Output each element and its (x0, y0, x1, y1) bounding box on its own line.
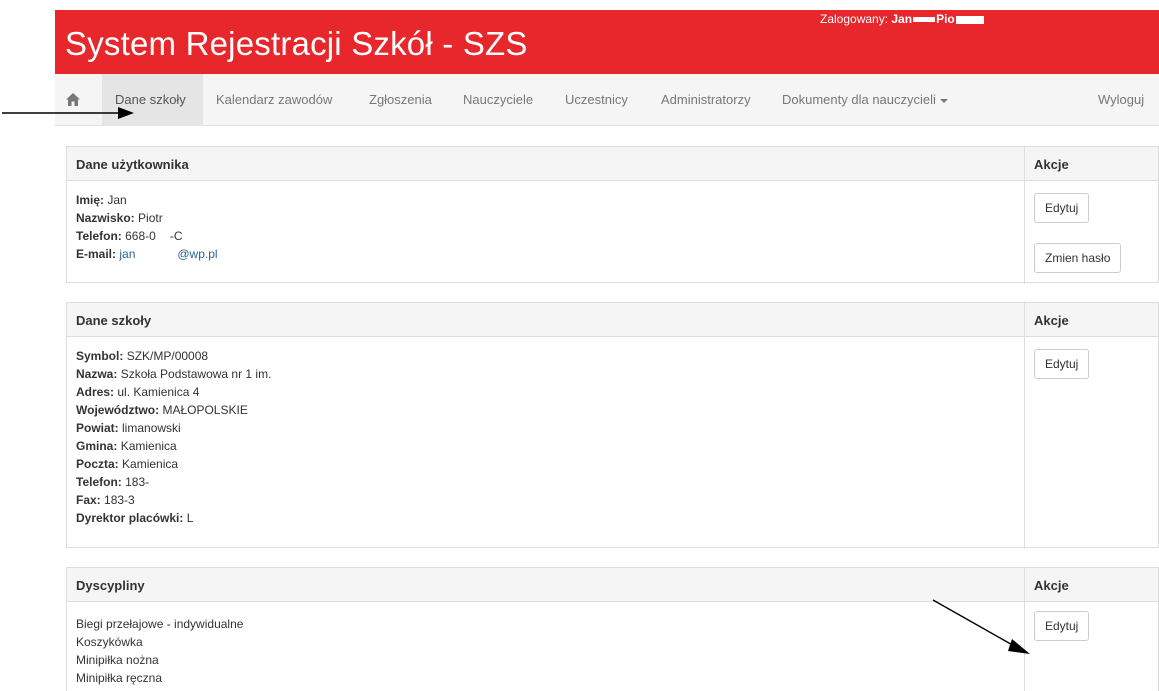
phone-tail: -C (169, 229, 183, 243)
edit-disciplines-button[interactable]: Edytuj (1034, 611, 1090, 641)
field-label: Dyrektor placówki: (76, 511, 184, 525)
column-divider (1024, 303, 1025, 549)
field-label: Województwo: (76, 403, 160, 417)
school-name-value: Szkoła Podstawowa nr 1 im. (120, 367, 272, 381)
school-phone-value: 183- (125, 475, 150, 489)
change-password-button[interactable]: Zmien hasło (1034, 243, 1122, 273)
field-label: Telefon: (76, 229, 122, 243)
nav-administratorzy[interactable]: Administratorzy (661, 74, 751, 126)
nav-label: Administratorzy (661, 92, 751, 107)
post-office-value: Kamienica (122, 457, 179, 471)
school-data-panel: Dane szkoły Akcje Symbol: SZK/MP/00008 N… (66, 302, 1159, 549)
panel-title: Dane użytkownika (76, 157, 189, 172)
field-label: Nazwa: (76, 367, 118, 381)
voivodeship-value: MAŁOPOLSKIE (162, 403, 248, 417)
list-item: Minipiłka ręczna (76, 671, 163, 685)
nav-nauczyciele[interactable]: Nauczyciele (463, 74, 533, 126)
nav-dokumenty-dropdown[interactable]: Dokumenty dla nauczycieli (782, 74, 948, 126)
nav-label: Zgłoszenia (369, 92, 432, 107)
list-item: Koszykówka (76, 635, 143, 649)
column-divider (1024, 147, 1025, 284)
list-item: Biegi przełajowe - indywidualne (76, 617, 244, 631)
field-label: Telefon: (76, 475, 122, 489)
field-label: Gmina: (76, 439, 118, 453)
field-label: E-mail: (76, 247, 117, 261)
nav-label: Wyloguj (1098, 92, 1145, 107)
commune-value: Kamienica (120, 439, 177, 453)
field-label: Powiat: (76, 421, 119, 435)
panel-header: Dane szkoły Akcje (67, 303, 1158, 337)
email-user[interactable]: jan (119, 247, 135, 261)
annotation-arrow (2, 107, 134, 119)
phone-value: 668-0 (125, 229, 156, 243)
actions-header: Akcje (1034, 578, 1069, 593)
director-value: L (186, 511, 194, 525)
field-label: Imię: (76, 193, 105, 207)
actions-header: Akcje (1034, 313, 1069, 328)
caret-down-icon (939, 98, 948, 103)
app-title: System Rejestracji Szkół - SZS (65, 25, 528, 62)
panel-header: Dane użytkownika Akcje (67, 147, 1158, 181)
login-name-first: Jan (891, 12, 913, 26)
top-strip (0, 0, 1159, 10)
field-label: Symbol: (76, 349, 124, 363)
county-value: limanowski (122, 421, 181, 435)
field-label: Fax: (76, 493, 101, 507)
app-header: System Rejestracji Szkół - SZS Zalogowan… (55, 10, 1159, 74)
user-details: Imię: Jan Nazwisko: Piotr Telefon: 668-0… (76, 191, 218, 263)
redaction-mark (955, 15, 984, 24)
nav-label: Uczestnicy (565, 92, 628, 107)
panel-title: Dane szkoły (76, 313, 152, 328)
login-name-second: Pio (936, 12, 955, 26)
school-details: Symbol: SZK/MP/00008 Nazwa: Szkoła Podst… (76, 347, 271, 527)
discipline-list: Biegi przełajowe - indywidualne Koszyków… (76, 615, 243, 687)
edit-user-button[interactable]: Edytuj (1034, 193, 1090, 223)
nav-kalendarz-zawodow[interactable]: Kalendarz zawodów (216, 74, 332, 126)
last-name-value: Piotr (138, 211, 163, 225)
nav-label: Nauczyciele (463, 92, 534, 107)
nav-uczestnicy[interactable]: Uczestnicy (565, 74, 628, 126)
field-label: Adres: (76, 385, 115, 399)
logged-in-user: Zalogowany: Jan Pio (820, 12, 985, 26)
symbol-value: SZK/MP/00008 (126, 349, 209, 363)
main-navbar: Dane szkoły Kalendarz zawodów Zgłoszenia… (55, 74, 1159, 126)
field-label: Poczta: (76, 457, 119, 471)
nav-label: Dokumenty dla nauczycieli (782, 92, 936, 107)
first-name-value: Jan (107, 193, 127, 207)
nav-zgloszenia[interactable]: Zgłoszenia (369, 74, 432, 126)
actions-header: Akcje (1034, 157, 1069, 172)
panel-title: Dyscypliny (76, 578, 145, 593)
edit-school-button[interactable]: Edytuj (1034, 349, 1090, 379)
annotation-arrow (932, 599, 1030, 654)
email-domain[interactable]: @wp.pl (177, 247, 217, 261)
login-prefix: Zalogowany: (820, 12, 892, 26)
address-value: ul. Kamienica 4 (117, 385, 200, 399)
logout-link[interactable]: Wyloguj (1098, 74, 1144, 126)
fax-value: 183-3 (104, 493, 135, 507)
list-item: Minipiłka nożna (76, 653, 159, 667)
redaction-mark (913, 17, 936, 23)
field-label: Nazwisko: (76, 211, 135, 225)
user-data-panel: Dane użytkownika Akcje Imię: Jan Nazwisk… (66, 146, 1159, 284)
nav-label: Kalendarz zawodów (216, 92, 333, 107)
